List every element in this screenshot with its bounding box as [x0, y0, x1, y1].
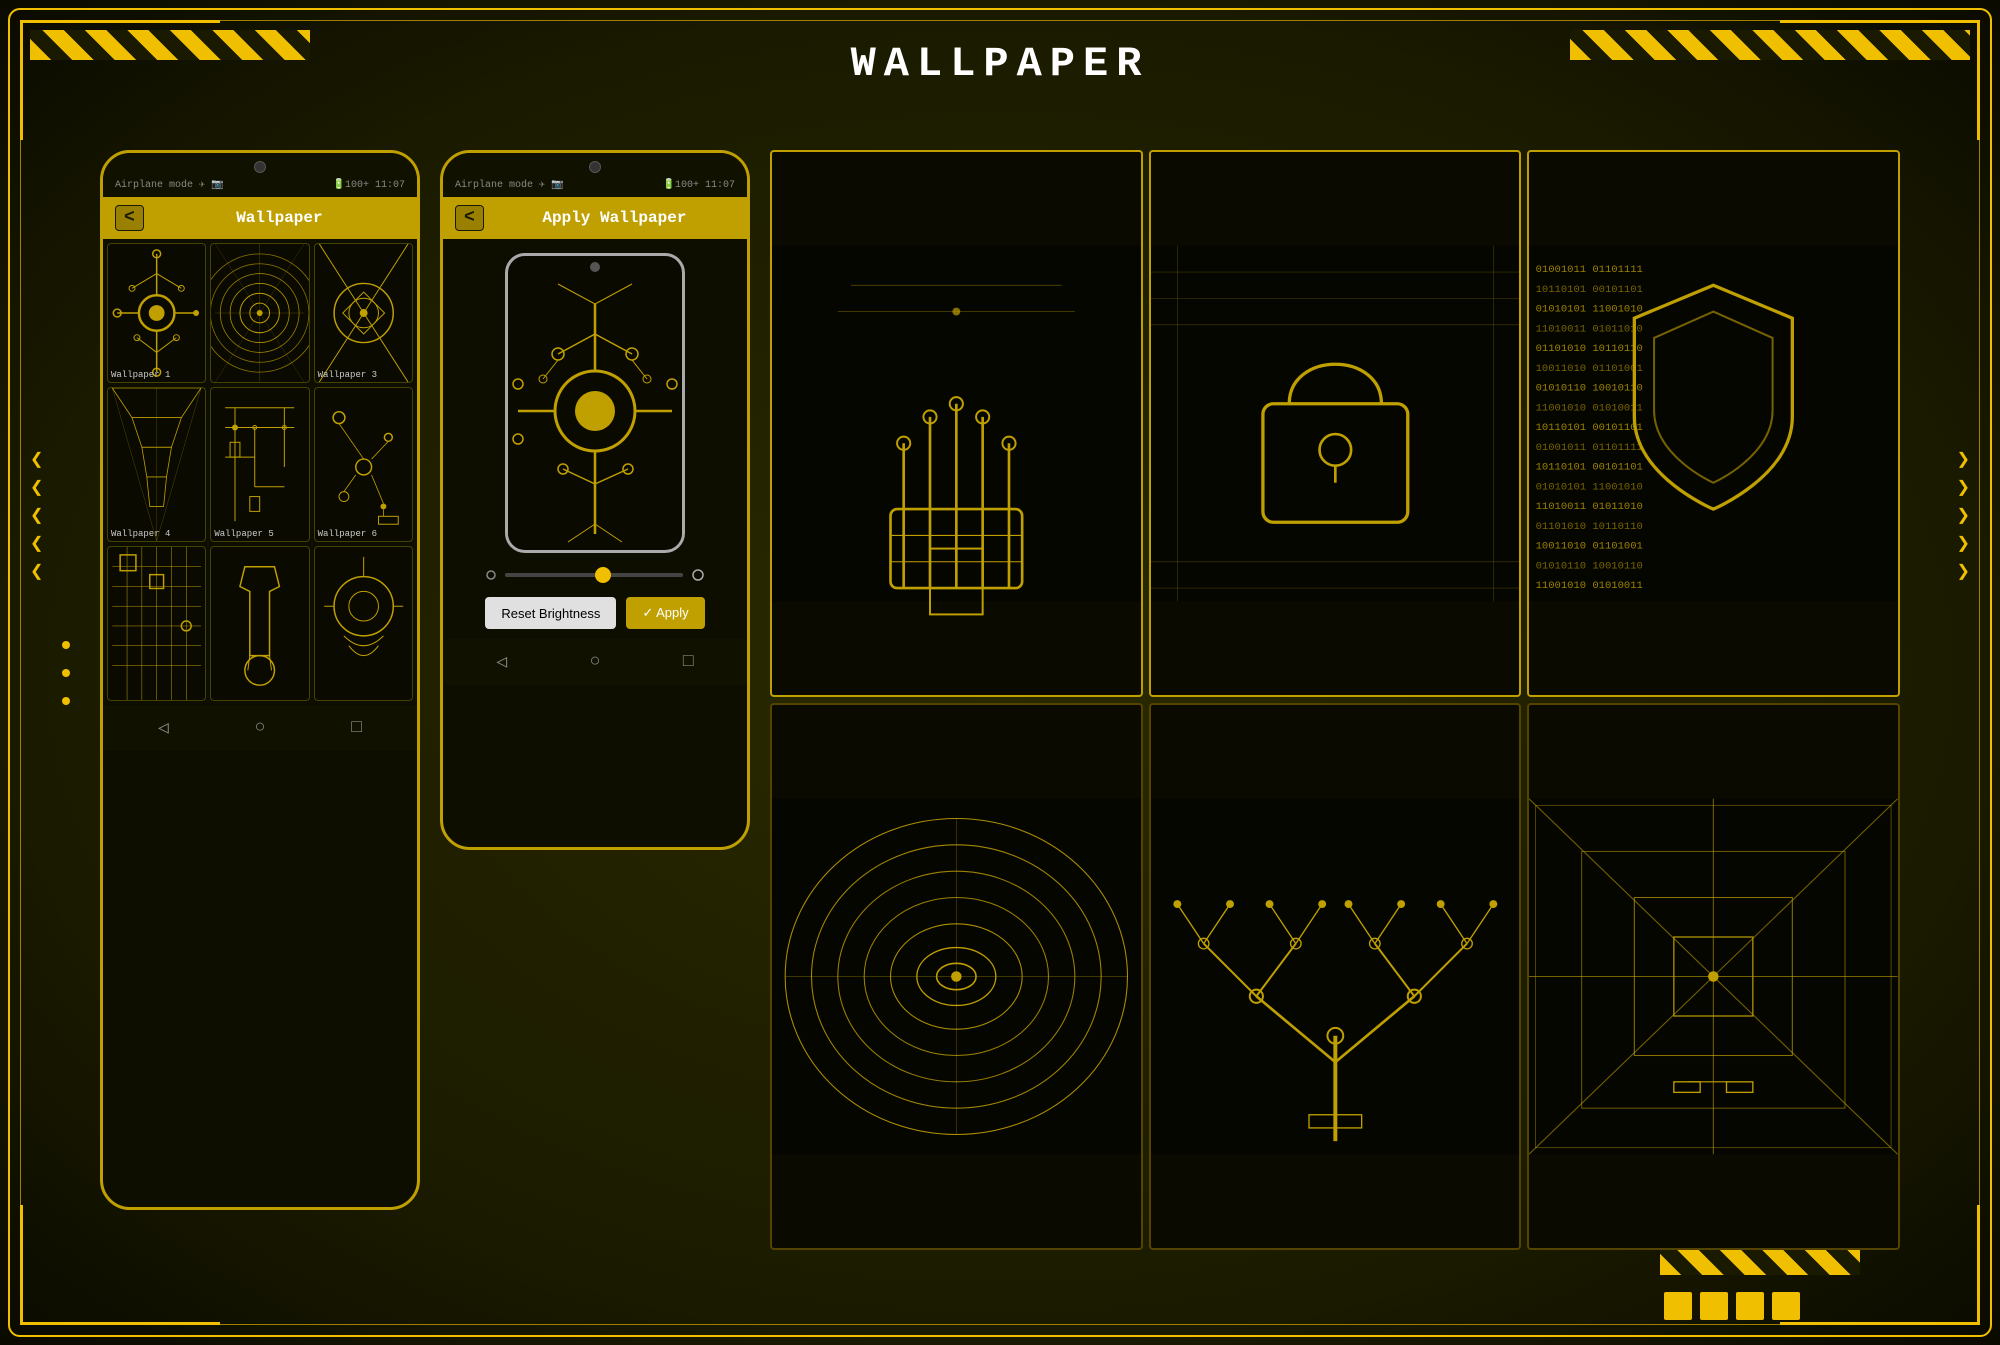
- brightness-slider[interactable]: [505, 573, 683, 577]
- chevron-left-2: ❮: [30, 478, 43, 500]
- wallpaper-preview-frame: [505, 253, 685, 553]
- chevron-left-5: ❮: [30, 562, 43, 584]
- back-button-center[interactable]: <: [455, 205, 484, 231]
- chevron-right-4: ❯: [1957, 534, 1970, 556]
- svg-text:11001010 01010011: 11001010 01010011: [1536, 580, 1643, 592]
- gallery-item-6[interactable]: [1527, 703, 1900, 1250]
- gallery-item-5[interactable]: [1149, 703, 1522, 1250]
- dot-3: [62, 697, 70, 705]
- corner-decoration-tr: [1780, 20, 1980, 140]
- phone-apply-wallpaper: Airplane mode ✈ 📷 🔋100+ 11:07 < Apply Wa…: [440, 150, 750, 850]
- phone-nav-center: ◁ ○ □: [443, 639, 747, 685]
- brightness-low-icon: [485, 569, 497, 581]
- svg-text:10110101 00101101: 10110101 00101101: [1536, 422, 1643, 434]
- phone-status-bar-left: Airplane mode ✈ 📷 🔋100+ 11:07: [103, 173, 417, 197]
- svg-text:10110101 00101101: 10110101 00101101: [1536, 462, 1643, 474]
- phone-wallpaper-list: Airplane mode ✈ 📷 🔋100+ 11:07 < Wallpape…: [100, 150, 420, 1210]
- center-nav-back[interactable]: ◁: [496, 651, 507, 673]
- svg-text:01010110 10010110: 01010110 10010110: [1536, 383, 1643, 395]
- chevrons-right: ❯ ❯ ❯ ❯ ❯: [1957, 450, 1970, 584]
- reset-brightness-button[interactable]: Reset Brightness: [485, 597, 616, 629]
- indicator-dot-4: [1772, 1292, 1800, 1320]
- phone-status-bar-center: Airplane mode ✈ 📷 🔋100+ 11:07: [443, 173, 747, 197]
- wallpaper-thumb-6[interactable]: Wallpaper 6: [314, 387, 413, 542]
- apply-button[interactable]: ✓ Apply: [626, 597, 704, 629]
- wallpaper-label-3: Wallpaper 3: [318, 370, 377, 380]
- brightness-high-icon: [691, 568, 705, 582]
- wallpaper-thumb-2[interactable]: [210, 243, 309, 383]
- wallpaper-label-5: Wallpaper 5: [214, 529, 273, 539]
- dot-2: [62, 669, 70, 677]
- wallpaper-thumb-1[interactable]: Wallpaper 1: [107, 243, 206, 383]
- center-nav-home[interactable]: ○: [590, 652, 601, 672]
- svg-text:10011010 01101001: 10011010 01101001: [1536, 541, 1643, 553]
- chevron-left-4: ❮: [30, 534, 43, 556]
- chevrons-left: ❮ ❮ ❮ ❮ ❮: [30, 450, 43, 584]
- phone-header-left: < Wallpaper: [103, 197, 417, 239]
- status-right: 🔋100+ 11:07: [333, 179, 405, 191]
- chevron-left-3: ❮: [30, 506, 43, 528]
- gallery-item-4[interactable]: [770, 703, 1143, 1250]
- brightness-slider-container[interactable]: [485, 568, 705, 582]
- chevron-right-2: ❯: [1957, 478, 1970, 500]
- corner-decoration-tl: [20, 20, 220, 140]
- svg-text:11010011 01011010: 11010011 01011010: [1536, 323, 1643, 335]
- phone-camera-center: [589, 161, 601, 173]
- status-left: Airplane mode ✈ 📷: [115, 179, 224, 191]
- nav-home-icon[interactable]: ○: [255, 718, 266, 738]
- wallpaper-thumb-9[interactable]: [314, 546, 413, 701]
- gallery-item-1[interactable]: [770, 150, 1143, 697]
- wallpaper-label-1: Wallpaper 1: [111, 370, 170, 380]
- phone-camera-left: [254, 161, 266, 173]
- brightness-thumb[interactable]: [595, 567, 611, 583]
- wallpaper-thumb-5[interactable]: Wallpaper 5: [210, 387, 309, 542]
- bottom-indicator-dots: [1664, 1292, 1800, 1320]
- apply-buttons-container: Reset Brightness ✓ Apply: [443, 587, 747, 639]
- wallpaper-thumb-4[interactable]: Wallpaper 4: [107, 387, 206, 542]
- chevron-left-1: ❮: [30, 450, 43, 472]
- svg-text:11001010 01010011: 11001010 01010011: [1536, 402, 1643, 414]
- nav-back-icon[interactable]: ◁: [158, 717, 169, 739]
- main-container: ❮ ❮ ❮ ❮ ❮ ❯ ❯ ❯ ❯ ❯ Wallpaper Wallpaper …: [0, 0, 2000, 1345]
- svg-text:01010101 11001010: 01010101 11001010: [1536, 304, 1643, 316]
- status-center-left: Airplane mode ✈ 📷: [455, 179, 564, 191]
- nav-recents-icon[interactable]: □: [351, 718, 362, 738]
- svg-text:01001011 01101111: 01001011 01101111: [1536, 264, 1643, 276]
- svg-text:01101010 10110110: 01101010 10110110: [1536, 343, 1643, 355]
- center-nav-recents[interactable]: □: [683, 652, 694, 672]
- svg-text:10110101 00101101: 10110101 00101101: [1536, 284, 1643, 296]
- wallpaper-thumb-3[interactable]: Wallpaper 3: [314, 243, 413, 383]
- wallpaper-thumb-7[interactable]: [107, 546, 206, 701]
- svg-text:01001011 01101111: 01001011 01101111: [1536, 442, 1643, 454]
- chevron-right-3: ❯: [1957, 506, 1970, 528]
- back-button-left[interactable]: <: [115, 205, 144, 231]
- phone-header-title-left: Wallpaper: [154, 209, 405, 227]
- content-area: Airplane mode ✈ 📷 🔋100+ 11:07 < Wallpape…: [80, 130, 1920, 1270]
- indicator-dot-2: [1700, 1292, 1728, 1320]
- phone-nav-left: ◁ ○ □: [103, 705, 417, 751]
- svg-text:11010011 01011010: 11010011 01011010: [1536, 501, 1643, 513]
- chevron-right-1: ❯: [1957, 450, 1970, 472]
- phone-header-center: < Apply Wallpaper: [443, 197, 747, 239]
- gallery-item-2[interactable]: [1149, 150, 1522, 697]
- svg-text:01010110 10010110: 01010110 10010110: [1536, 560, 1643, 572]
- gallery-item-3[interactable]: 01001011 01101111 10110101 00101101 0101…: [1527, 150, 1900, 697]
- preview-camera: [590, 262, 600, 272]
- left-indicator-dots: [62, 641, 70, 705]
- svg-text:10011010 01101001: 10011010 01101001: [1536, 363, 1643, 375]
- phone-header-title-center: Apply Wallpaper: [494, 209, 735, 227]
- status-center-right: 🔋100+ 11:07: [663, 179, 735, 191]
- wallpaper-thumb-8[interactable]: [210, 546, 309, 701]
- page-title: Wallpaper: [851, 40, 1150, 88]
- svg-text:01010101 11001010: 01010101 11001010: [1536, 481, 1643, 493]
- indicator-dot-3: [1736, 1292, 1764, 1320]
- chevron-right-5: ❯: [1957, 562, 1970, 584]
- indicator-dot-1: [1664, 1292, 1692, 1320]
- right-gallery: 01001011 01101111 10110101 00101101 0101…: [770, 150, 1900, 1250]
- wallpaper-label-4: Wallpaper 4: [111, 529, 170, 539]
- wallpaper-label-6: Wallpaper 6: [318, 529, 377, 539]
- dot-1: [62, 641, 70, 649]
- wallpaper-grid: Wallpaper 1: [103, 239, 417, 705]
- svg-text:01101010 10110110: 01101010 10110110: [1536, 521, 1643, 533]
